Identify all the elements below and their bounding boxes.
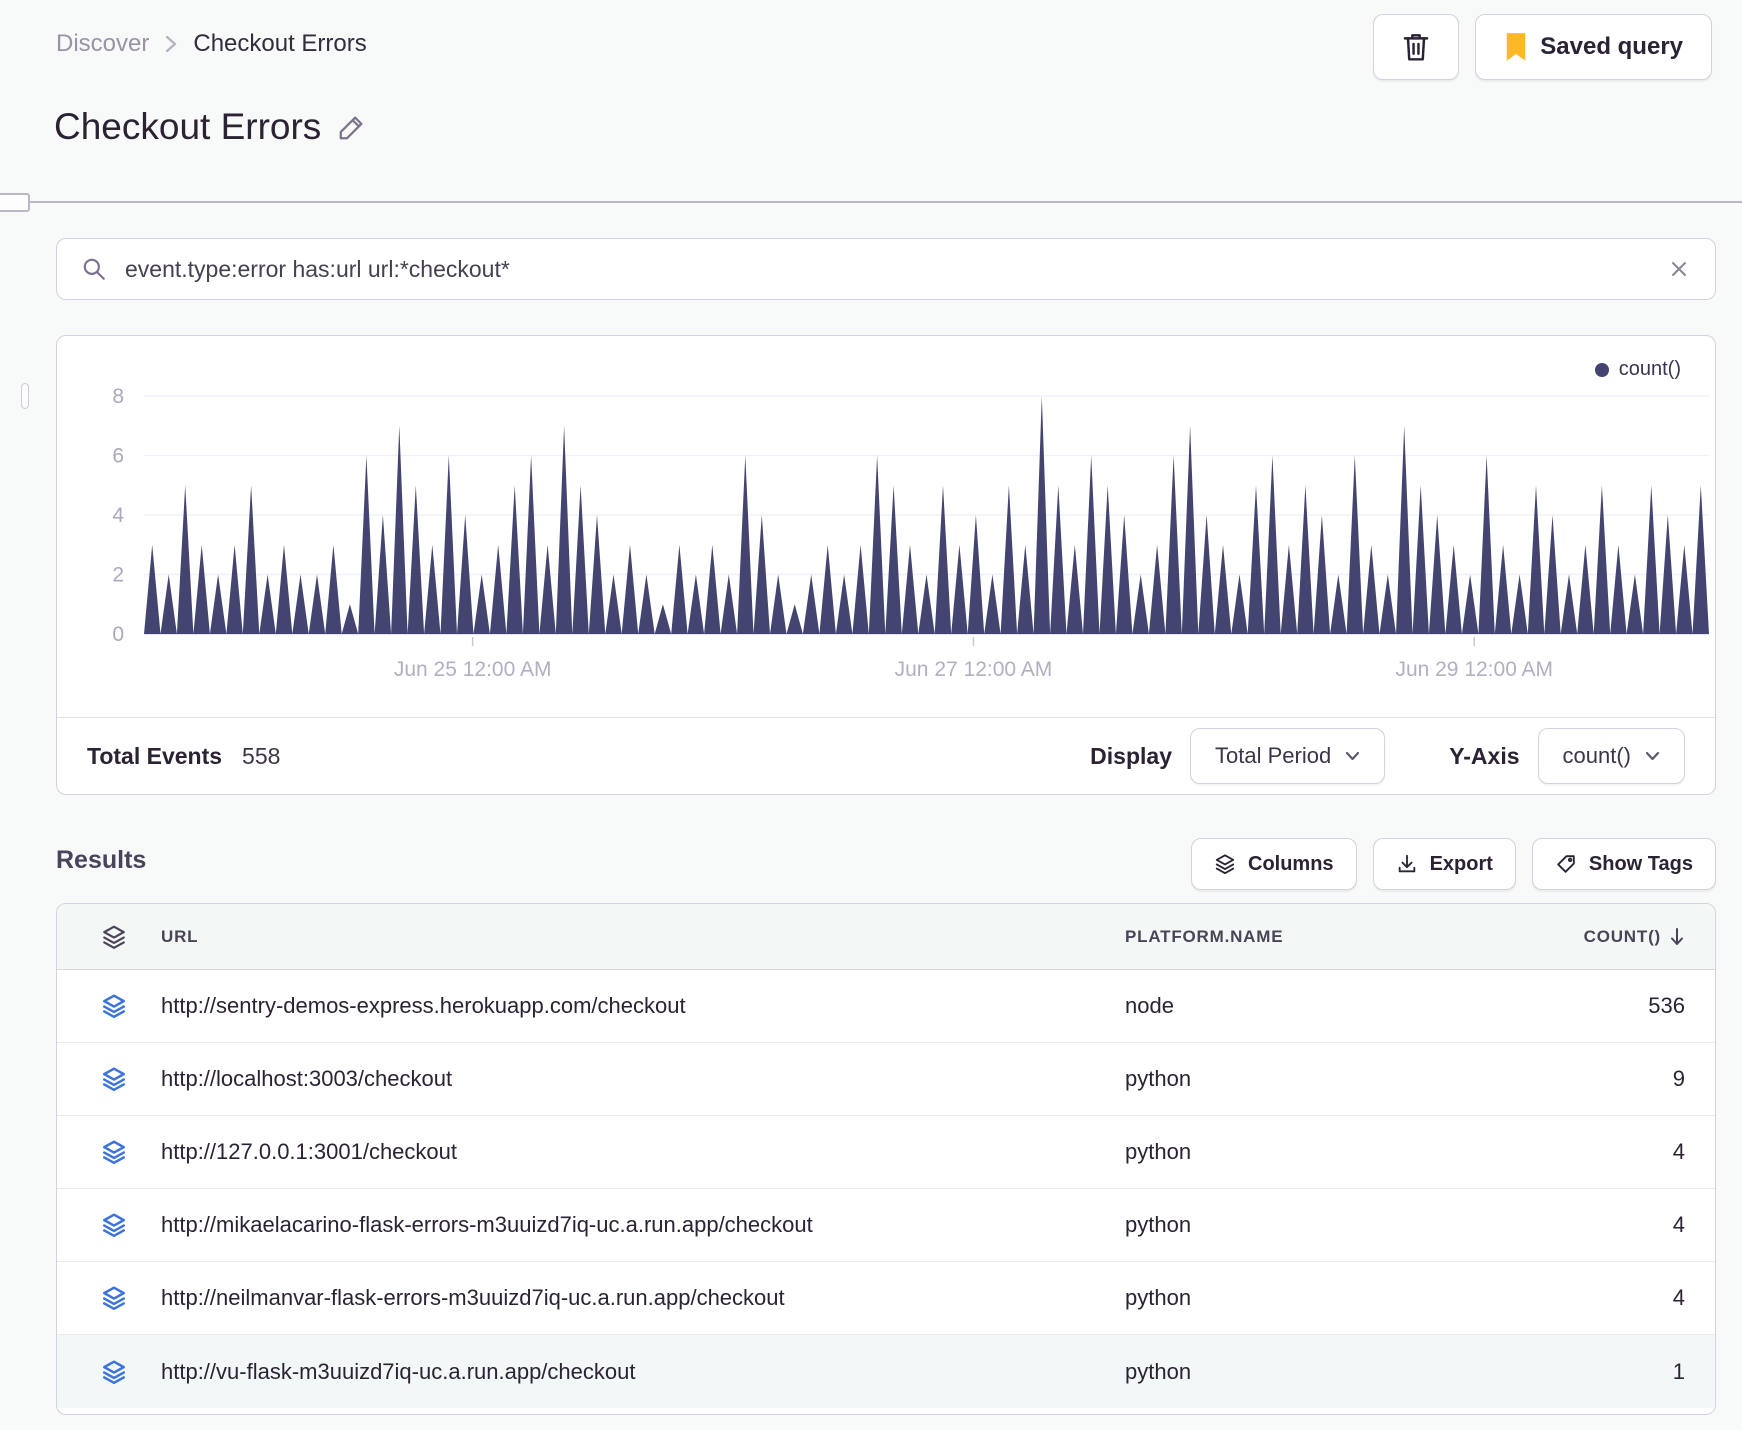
stack-icon[interactable] bbox=[95, 924, 133, 950]
display-value: Total Period bbox=[1215, 743, 1332, 768]
row-platform: python bbox=[1125, 1139, 1192, 1164]
stack-icon[interactable] bbox=[95, 1285, 133, 1311]
stack-icon bbox=[1214, 853, 1236, 875]
svg-text:Jun 29 12:00 AM: Jun 29 12:00 AM bbox=[1395, 658, 1553, 681]
column-header-platform[interactable]: PLATFORM.NAME bbox=[1125, 927, 1455, 947]
svg-text:0: 0 bbox=[112, 623, 124, 646]
svg-text:Jun 27 12:00 AM: Jun 27 12:00 AM bbox=[895, 658, 1053, 681]
saved-query-label: Saved query bbox=[1540, 33, 1683, 60]
trash-icon bbox=[1401, 31, 1431, 63]
query-title: Checkout Errors bbox=[54, 106, 322, 147]
total-events-value: 558 bbox=[242, 742, 281, 769]
stack-icon[interactable] bbox=[95, 993, 133, 1019]
yaxis-value: count() bbox=[1562, 743, 1631, 768]
events-chart-panel: count() 0 2 4 6 8 Jun 25 12:00 AM Jun 27 12:00… bbox=[56, 335, 1716, 795]
saved-query-button[interactable]: Saved query bbox=[1475, 14, 1712, 80]
search-icon bbox=[81, 256, 107, 282]
stack-icon[interactable] bbox=[95, 1212, 133, 1238]
row-count: 9 bbox=[1672, 1066, 1685, 1091]
yaxis-label: Y-Axis bbox=[1449, 742, 1520, 769]
row-platform: python bbox=[1125, 1285, 1192, 1310]
stack-icon[interactable] bbox=[95, 1359, 133, 1385]
column-header-count[interactable]: COUNT() bbox=[1455, 927, 1685, 947]
row-url[interactable]: http://sentry-demos-express.herokuapp.co… bbox=[161, 993, 1125, 1019]
total-events-label: Total Events bbox=[87, 742, 223, 769]
columns-label: Columns bbox=[1248, 852, 1334, 875]
row-platform: python bbox=[1125, 1212, 1192, 1237]
table-row[interactable]: http://127.0.0.1:3001/checkout python 4 bbox=[57, 1116, 1715, 1189]
breadcrumb-discover-link[interactable]: Discover bbox=[56, 30, 149, 58]
edge-tab-handle bbox=[0, 193, 30, 212]
svg-text:6: 6 bbox=[112, 445, 124, 468]
search-bar[interactable]: event.type:error has:url url:*checkout* bbox=[56, 238, 1716, 300]
table-row[interactable]: http://vu-flask-m3uuizd7iq-uc.a.run.app/… bbox=[57, 1335, 1715, 1408]
svg-text:Jun 25 12:00 AM: Jun 25 12:00 AM bbox=[394, 658, 552, 681]
row-platform: python bbox=[1125, 1358, 1192, 1384]
chevron-down-icon bbox=[1645, 751, 1660, 761]
row-count: 1 bbox=[1672, 1358, 1685, 1384]
row-url[interactable]: http://127.0.0.1:3001/checkout bbox=[161, 1139, 1125, 1165]
chart-controls: Display Total Period Y-Axis count() bbox=[1090, 728, 1685, 784]
breadcrumb-current: Checkout Errors bbox=[193, 30, 367, 57]
display-select[interactable]: Total Period bbox=[1190, 728, 1386, 784]
table-header-row: URL PLATFORM.NAME COUNT() bbox=[57, 904, 1715, 970]
table-row[interactable]: http://localhost:3003/checkout python 9 bbox=[57, 1043, 1715, 1116]
header-actions: Saved query bbox=[1373, 14, 1712, 80]
svg-text:2: 2 bbox=[112, 564, 124, 587]
breadcrumb: Discover Checkout Errors bbox=[56, 30, 367, 58]
export-label: Export bbox=[1429, 852, 1493, 875]
columns-button[interactable]: Columns bbox=[1191, 838, 1357, 890]
events-chart[interactable]: 0 2 4 6 8 Jun 25 12:00 AM Jun 27 12:00 AM Jun 2… bbox=[57, 371, 1717, 701]
row-count: 536 bbox=[1648, 993, 1685, 1018]
row-count: 4 bbox=[1672, 1139, 1685, 1164]
svg-text:4: 4 bbox=[112, 504, 124, 527]
header-divider bbox=[0, 201, 1742, 203]
chart-footer: Total Events 558 Display Total Period Y-… bbox=[57, 717, 1715, 794]
table-row[interactable]: http://mikaelacarino-flask-errors-m3uuiz… bbox=[57, 1189, 1715, 1262]
results-heading: Results bbox=[56, 846, 147, 874]
stack-icon[interactable] bbox=[95, 1139, 133, 1165]
show-tags-label: Show Tags bbox=[1588, 852, 1693, 875]
download-icon bbox=[1396, 853, 1418, 875]
show-tags-button[interactable]: Show Tags bbox=[1531, 838, 1716, 890]
display-label: Display bbox=[1090, 742, 1172, 769]
svg-text:8: 8 bbox=[112, 385, 124, 408]
table-body: http://sentry-demos-express.herokuapp.co… bbox=[57, 970, 1715, 1408]
bookmark-icon bbox=[1504, 32, 1528, 62]
discover-page: Discover Checkout Errors Saved query Che… bbox=[0, 0, 1742, 1430]
results-actions: Columns Export Show Tags bbox=[1191, 838, 1716, 890]
tag-icon bbox=[1555, 853, 1577, 875]
row-count: 4 bbox=[1672, 1285, 1685, 1310]
delete-query-button[interactable] bbox=[1373, 14, 1460, 80]
row-url[interactable]: http://neilmanvar-flask-errors-m3uuizd7i… bbox=[161, 1285, 1125, 1311]
page-title: Checkout Errors bbox=[54, 106, 367, 148]
row-url[interactable]: http://mikaelacarino-flask-errors-m3uuiz… bbox=[161, 1212, 1125, 1238]
row-url[interactable]: http://vu-flask-m3uuizd7iq-uc.a.run.app/… bbox=[161, 1359, 1125, 1385]
results-table: URL PLATFORM.NAME COUNT() http://sentry-… bbox=[56, 903, 1716, 1415]
clear-search-icon[interactable] bbox=[1667, 257, 1691, 281]
edge-drag-handle[interactable] bbox=[21, 383, 29, 409]
total-events: Total Events 558 bbox=[87, 743, 280, 770]
sort-descending-icon bbox=[1669, 927, 1685, 947]
search-query-input[interactable]: event.type:error has:url url:*checkout* bbox=[125, 256, 1649, 283]
row-url[interactable]: http://localhost:3003/checkout bbox=[161, 1066, 1125, 1092]
column-header-url[interactable]: URL bbox=[161, 927, 1125, 947]
row-platform: python bbox=[1125, 1066, 1192, 1091]
table-row[interactable]: http://sentry-demos-express.herokuapp.co… bbox=[57, 970, 1715, 1043]
yaxis-select[interactable]: count() bbox=[1537, 728, 1685, 784]
chevron-down-icon bbox=[1345, 751, 1360, 761]
stack-icon[interactable] bbox=[95, 1066, 133, 1092]
chevron-right-icon bbox=[163, 32, 179, 56]
edit-pencil-icon[interactable] bbox=[337, 112, 367, 142]
export-button[interactable]: Export bbox=[1372, 838, 1516, 890]
row-platform: node bbox=[1125, 993, 1174, 1018]
row-count: 4 bbox=[1672, 1212, 1685, 1237]
table-row[interactable]: http://neilmanvar-flask-errors-m3uuizd7i… bbox=[57, 1262, 1715, 1335]
